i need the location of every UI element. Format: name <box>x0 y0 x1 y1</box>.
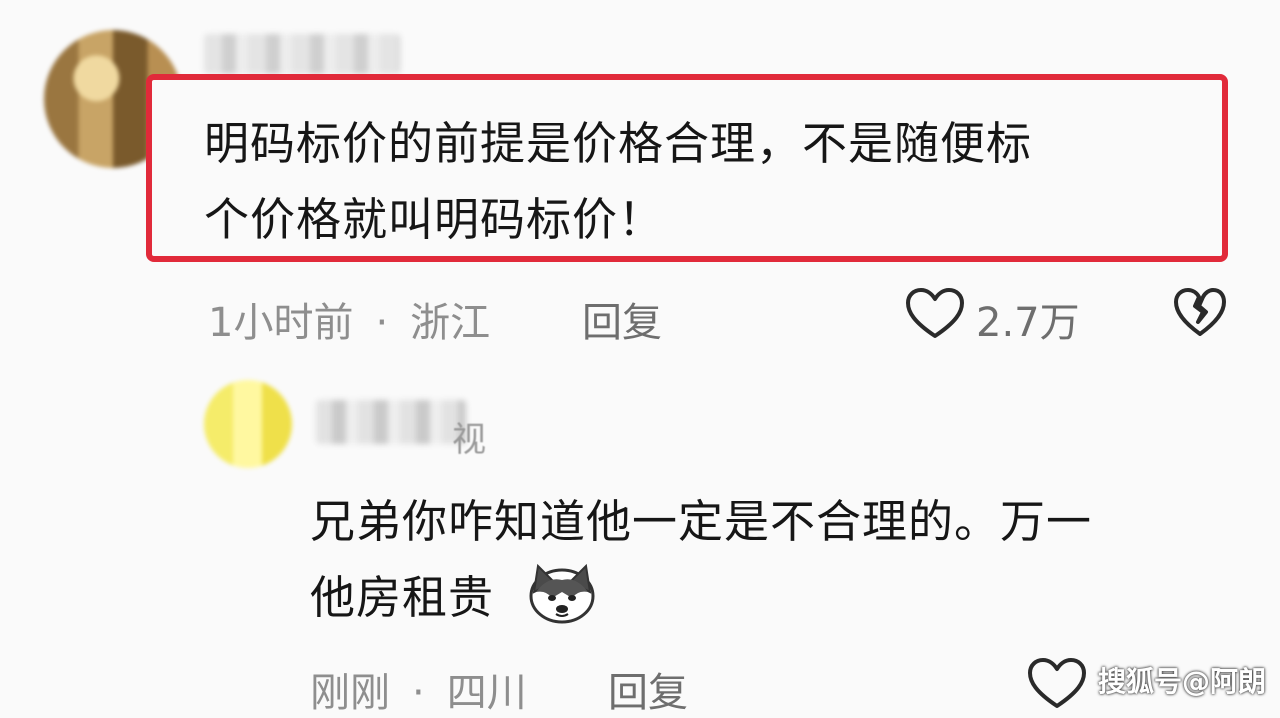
comment-line: 个价格就叫明码标价！ <box>204 193 665 246</box>
separator-dot: · <box>412 670 425 716</box>
husky-dog-emoji-icon <box>528 562 596 628</box>
heart-icon[interactable] <box>1026 656 1088 716</box>
comment-location: 四川 <box>446 670 527 716</box>
comment-location: 浙江 <box>410 300 491 346</box>
comment-meta: 刚刚 · 四川 <box>310 660 527 718</box>
comment-line: 明码标价的前提是价格合理，不是随便标 <box>204 117 1033 170</box>
comment-line: 他房租贵 <box>310 571 495 624</box>
reply-button[interactable]: 回复 <box>608 660 688 718</box>
avatar[interactable] <box>204 380 292 468</box>
comment-line: 兄弟你咋知道他一定是不合理的。万一 <box>310 495 1093 548</box>
comment-time: 1小时前 <box>208 300 354 346</box>
comment-text: 兄弟你咋知道他一定是不合理的。万一 他房租贵 <box>310 484 1260 636</box>
heart-icon[interactable] <box>904 286 966 346</box>
comment-meta: 1小时前 · 浙江 <box>208 290 490 348</box>
separator-dot: · <box>375 300 389 346</box>
broken-heart-icon[interactable] <box>1172 286 1228 344</box>
username-blurred[interactable] <box>316 400 466 444</box>
username-blurred[interactable] <box>204 34 400 74</box>
comment-time: 刚刚 <box>310 670 390 716</box>
like-count: 2.7万 <box>976 300 1080 346</box>
reply-button[interactable]: 回复 <box>582 290 662 348</box>
watermark: 搜狐号@阿朗 <box>1098 665 1267 698</box>
username-suffix[interactable]: 视 <box>452 412 486 461</box>
comment-text: 明码标价的前提是价格合理，不是随便标 个价格就叫明码标价！ <box>204 106 1204 258</box>
